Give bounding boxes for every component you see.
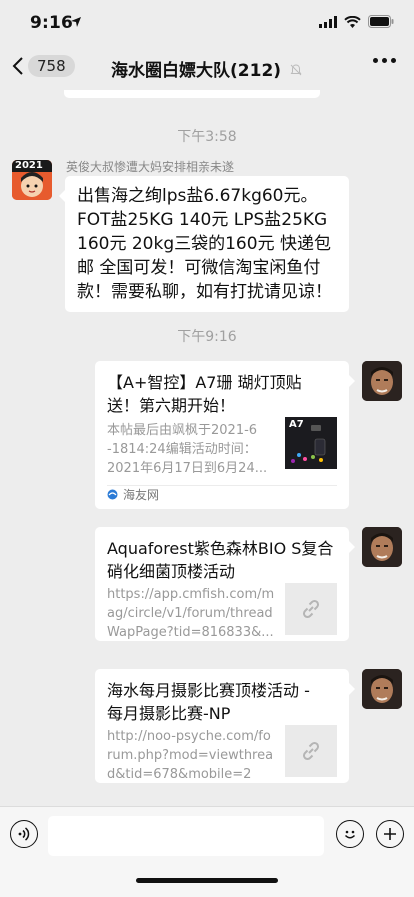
card-title-line: 【A+智控】A7珊 瑚灯顶贴 [107,373,302,392]
card-title-line: 送！第六期开始！ [107,396,236,415]
battery-icon [368,15,394,28]
sender-avatar[interactable]: 2021 [12,160,52,200]
card-title: 海水每月摄影比赛顶楼活动 - 每月摄影比赛-NP [107,679,337,725]
message-input[interactable] [48,816,324,856]
mute-bell-icon [290,64,302,76]
card-thumbnail: A7 [285,417,337,469]
message-text: 出售海之绚lps盐6.67kg60元。 FOT盐25KG 140元 LPS盐25… [65,176,349,312]
chat-area[interactable]: 下午3:58 2021 英俊大叔惨遭大妈安排相亲未遂 出售海之绚lps盐6.67… [0,90,414,806]
more-dot [373,58,378,63]
card-source-name: 海友网 [123,488,160,502]
status-icons [319,15,394,28]
previous-message-bubble[interactable] [64,90,320,98]
signal-icon [319,15,337,28]
person-photo-icon [362,527,402,567]
link-card[interactable]: Aquaforest紫色森林BIO S复合 硝化细菌顶楼活动 https://a… [95,527,355,642]
voice-button[interactable] [10,820,38,848]
card-title-line: Aquaforest紫色森林BIO S复合 [107,539,334,558]
card-title-line: 每月摄影比赛-NP [107,704,231,723]
chat-title: 海水圈白嫖大队(212) [0,56,414,81]
link-icon [302,599,320,619]
message-line: 160元 20kg三袋的160元 快递包 [77,234,331,254]
status-time: 9:16 [30,13,74,33]
more-dot [382,58,387,63]
card-desc-line: -1814:24编辑活动时间： [107,442,257,457]
card-description: 本帖最后由飒枫于2021-6 -1814:24编辑活动时间： 2021年6月17… [107,421,277,478]
timestamp: 下午3:58 [177,129,237,145]
more-options-button[interactable] [373,58,396,63]
person-photo-icon [362,669,402,709]
thumbnail-label: A7 [289,419,304,430]
message-line: 出售海之绚lps盐6.67kg60元。 [77,186,318,206]
voice-icon [18,827,30,841]
home-indicator [136,878,278,883]
person-photo-icon [362,361,402,401]
message-line: 款！需要私聊，如有打扰请见谅！ [77,282,332,302]
plus-button[interactable] [376,820,404,848]
card-desc-line: 2021年6月17日到6月24... [107,461,268,476]
timestamp: 下午9:16 [177,329,237,345]
avatar-year-label: 2021 [15,160,43,171]
card-title: 【A+智控】A7珊 瑚灯顶贴 送！第六期开始！ [107,371,337,417]
card-description: https://app.cmfish.com/m ag/circle/v1/fo… [107,585,279,642]
link-card[interactable]: 【A+智控】A7珊 瑚灯顶贴 送！第六期开始！ 本帖最后由飒枫于2021-6 -… [95,361,355,509]
card-desc-line: http://noo-psyche.com/fo [107,729,271,744]
link-card[interactable]: 海水每月摄影比赛顶楼活动 - 每月摄影比赛-NP http://noo-psyc… [95,669,355,784]
card-title-line: 海水每月摄影比赛顶楼活动 - [107,681,310,700]
plus-icon [384,828,396,840]
more-dot [391,58,396,63]
sender-name: 英俊大叔惨遭大妈安排相亲未遂 [66,160,235,174]
status-bar: 9:16 [0,0,414,44]
message-line: FOT盐25KG 140元 LPS盐25KG [77,210,328,230]
my-avatar[interactable] [362,361,402,401]
my-avatar[interactable] [362,669,402,709]
input-bar [0,806,414,897]
emoji-icon [344,830,356,839]
card-title-line: 硝化细菌顶楼活动 [107,562,236,581]
card-desc-line: WapPage?tid=816833&... [107,625,274,640]
message-line: 邮 全国可发！可微信淘宝闲鱼付 [77,258,321,278]
text-message-bubble[interactable]: 出售海之绚lps盐6.67kg60元。 FOT盐25KG 140元 LPS盐25… [59,176,349,312]
site-logo-icon [107,489,118,500]
card-description: http://noo-psyche.com/fo rum.php?mod=vie… [107,727,279,784]
card-thumbnail [285,583,337,635]
chat-title-text: 海水圈白嫖大队(212) [111,61,282,81]
card-desc-line: rum.php?mod=viewthrea [107,748,274,763]
nav-bar: 758 海水圈白嫖大队(212) [0,44,414,90]
link-icon [302,741,320,761]
wifi-icon [344,15,361,28]
emoji-button[interactable] [336,820,364,848]
my-avatar[interactable] [362,527,402,567]
card-desc-line: 本帖最后由飒枫于2021-6 [107,423,258,438]
card-desc-line: ag/circle/v1/forum/thread [107,606,273,621]
card-desc-line: d&tid=678&mobile=2 [107,767,252,782]
card-desc-line: https://app.cmfish.com/m [107,587,275,602]
location-arrow-icon [71,17,81,27]
card-title: Aquaforest紫色森林BIO S复合 硝化细菌顶楼活动 [107,537,337,583]
card-source: 海友网 [107,486,159,503]
card-thumbnail [285,725,337,777]
